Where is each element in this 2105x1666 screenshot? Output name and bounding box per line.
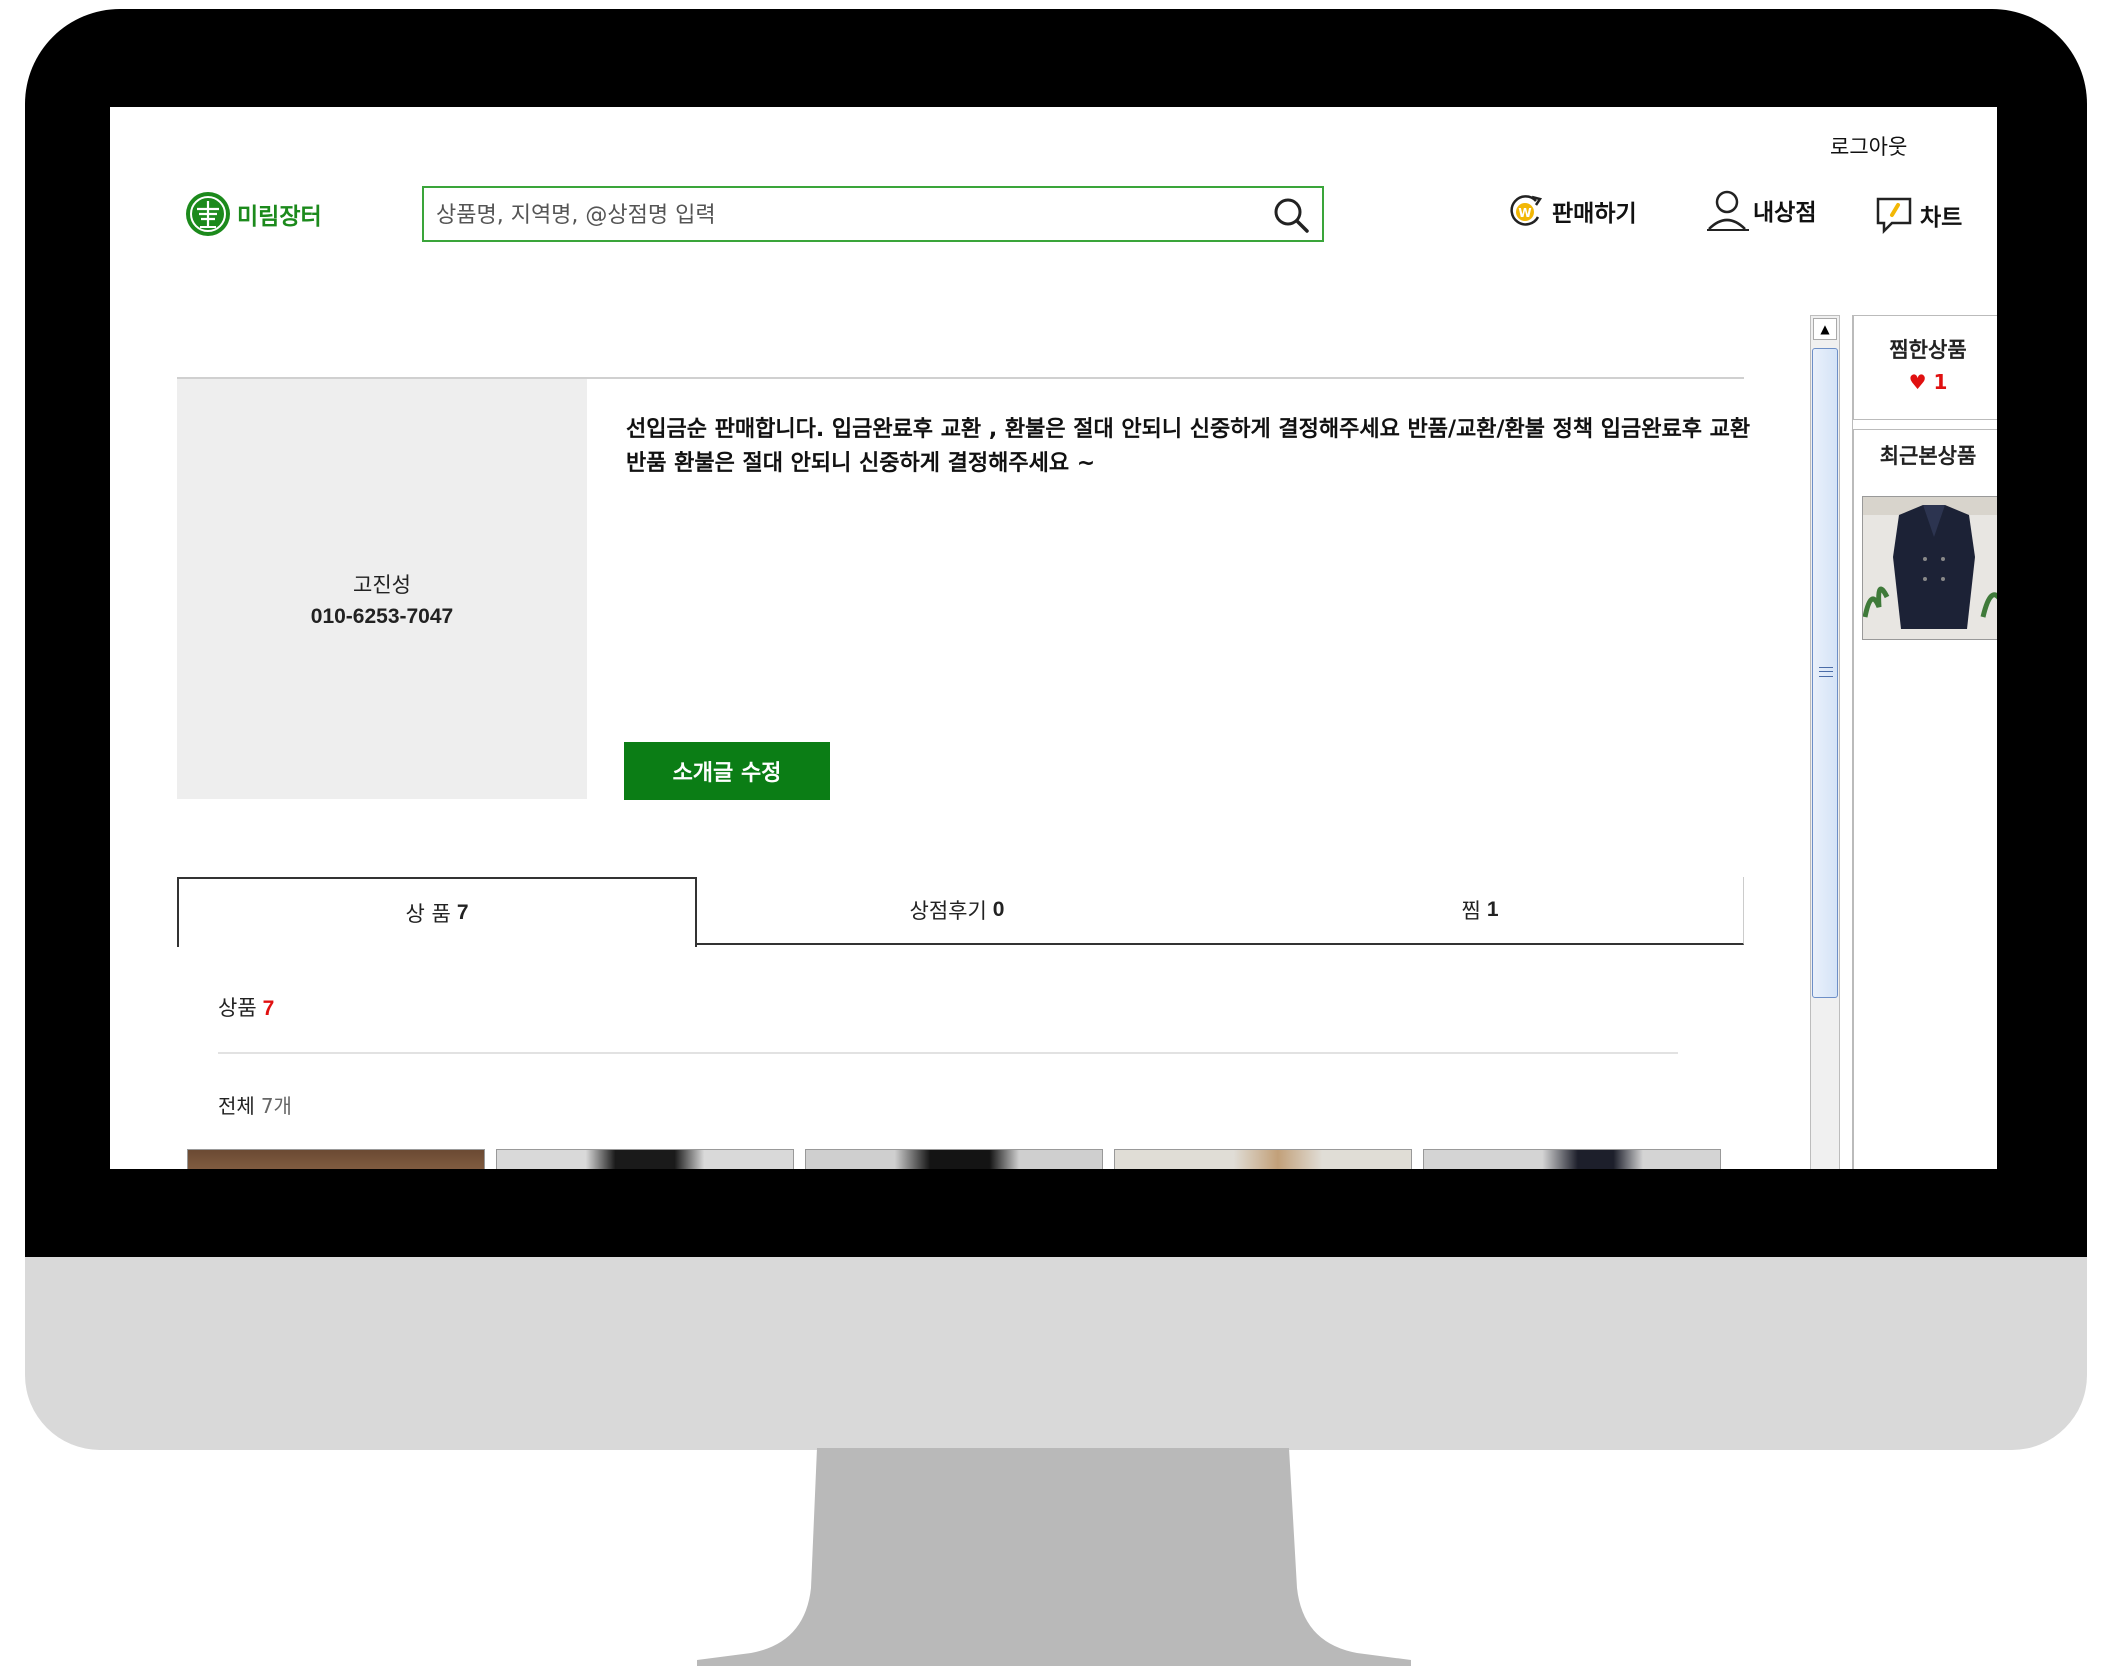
seller-profile-card: 고진성 010-6253-7047 [177, 379, 587, 799]
tab-reviews[interactable]: 상점후기 0 [697, 877, 1217, 945]
chat-label: 차트 [1920, 205, 1963, 231]
browser-screen: 로그아웃 미림장터 W 판매하기 내상점 [110, 107, 1997, 1169]
products-heading-count: 7 [262, 997, 275, 1020]
recent-products-box: 최근본상품 [1853, 429, 1997, 1169]
site-logo[interactable]: 미림장터 [185, 191, 322, 237]
right-sidebar: 찜한상품 ♥ 1 최근본상품 [1852, 315, 1997, 1169]
product-thumbnail[interactable] [1114, 1149, 1412, 1169]
wishlist-count: ♥ 1 [1908, 370, 1948, 394]
tab-reviews-label: 상점후기 [909, 899, 987, 923]
logo-emblem-icon [186, 192, 230, 236]
product-thumbnail[interactable] [496, 1149, 794, 1169]
products-total: 전체 7개 [218, 1090, 292, 1119]
tab-wishlist[interactable]: 찜1 [1217, 877, 1744, 945]
sell-button[interactable]: W 판매하기 [1506, 193, 1637, 229]
tab-products[interactable]: 상 품7 [177, 877, 697, 947]
search-box [422, 186, 1324, 242]
mystore-button[interactable]: 내상점 [1705, 189, 1816, 231]
product-thumbnail[interactable] [1423, 1149, 1721, 1169]
sell-label: 판매하기 [1552, 201, 1637, 227]
tab-products-label: 상 품 [405, 902, 451, 926]
tab-reviews-count: 0 [992, 898, 1005, 921]
products-heading-label: 상품 [218, 996, 257, 1020]
scroll-thumb[interactable] [1812, 348, 1838, 998]
products-divider [218, 1052, 1678, 1054]
mystore-label: 내상점 [1753, 200, 1817, 226]
product-thumbnail[interactable] [805, 1149, 1103, 1169]
store-intro-text: 선입금순 판매합니다. 입금완료후 교환 , 환불은 절대 안되니 신중하게 결… [626, 417, 1751, 476]
wishlist-box[interactable]: 찜한상품 ♥ 1 [1853, 315, 1997, 420]
tab-wishlist-label: 찜 [1461, 899, 1481, 923]
monitor-chin [25, 1257, 2087, 1450]
user-icon [1707, 190, 1749, 231]
store-tabs: 상 품7 상점후기 0 찜1 [177, 877, 1744, 947]
svg-text:W: W [1518, 206, 1531, 220]
logout-link[interactable]: 로그아웃 [1830, 131, 1907, 161]
recent-product-thumbnail[interactable] [1862, 496, 1997, 640]
seller-name: 고진성 [353, 573, 411, 597]
scroll-up-arrow-icon[interactable]: ▲ [1813, 318, 1837, 340]
page-scrollbar[interactable]: ▲ [1810, 315, 1840, 1169]
tab-wishlist-count: 1 [1486, 898, 1499, 921]
tab-products-count: 7 [456, 901, 469, 924]
chat-bubble-icon [1876, 197, 1912, 235]
wishlist-title: 찜한상품 [1889, 338, 1967, 362]
edit-intro-button[interactable]: 소개글 수정 [624, 742, 830, 800]
won-coin-icon: W [1510, 195, 1543, 226]
total-label: 전체 [218, 1094, 255, 1118]
recent-title: 최근본상품 [1879, 444, 1977, 468]
search-input[interactable] [434, 196, 1258, 234]
product-thumbnail[interactable] [187, 1149, 485, 1169]
chat-button[interactable]: 차트 [1874, 195, 1962, 235]
monitor-stand [697, 1448, 1411, 1666]
seller-phone: 010-6253-7047 [310, 605, 454, 628]
logo-text: 미림장터 [237, 204, 322, 230]
search-icon[interactable] [1272, 196, 1310, 234]
total-count: 7개 [260, 1094, 292, 1118]
products-heading: 상품 7 [218, 992, 274, 1022]
